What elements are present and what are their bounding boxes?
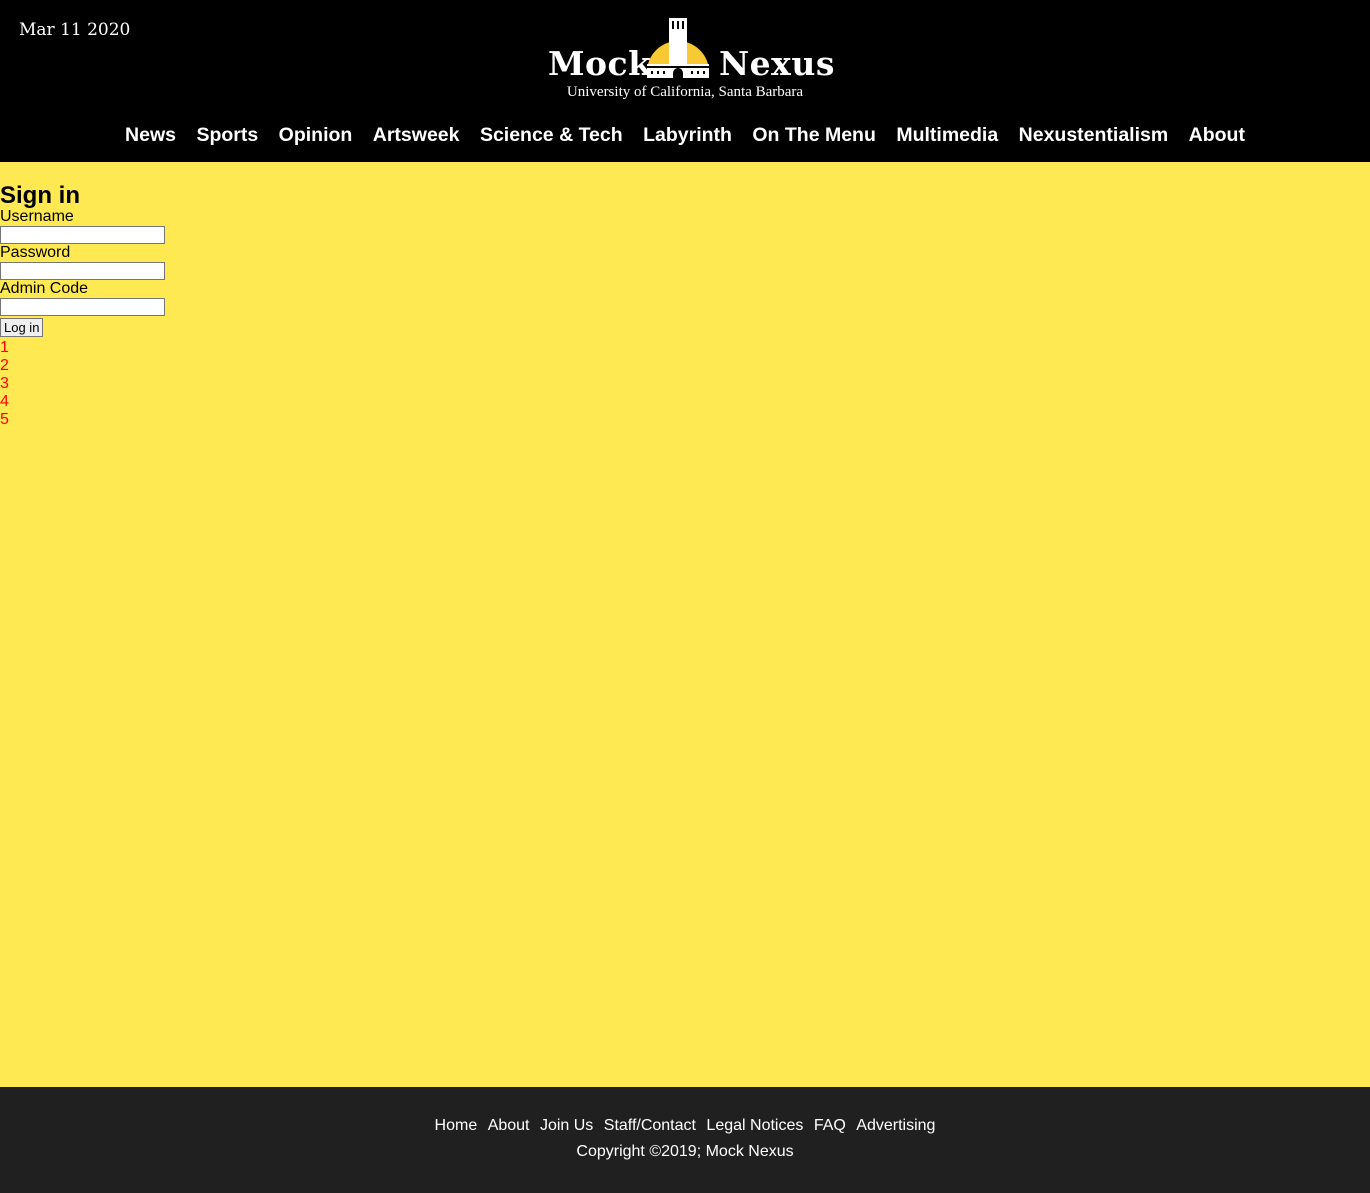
storke-tower-dome-icon: [647, 18, 709, 78]
footer-link-faq[interactable]: FAQ: [814, 1117, 846, 1134]
footer-link-about[interactable]: About: [488, 1117, 530, 1134]
page-link-4[interactable]: 4: [0, 393, 9, 411]
nav-item-sports[interactable]: Sports: [196, 124, 258, 147]
logo-word-nexus: Nexus: [719, 44, 835, 83]
footer-link-advertising[interactable]: Advertising: [856, 1117, 935, 1134]
logo-word-mock: Mock: [548, 44, 652, 83]
pagination: 1 2 3 4 5: [0, 339, 9, 429]
username-label: Username: [0, 208, 74, 225]
page-link-2[interactable]: 2: [0, 357, 9, 375]
nav-item-opinion[interactable]: Opinion: [279, 124, 353, 147]
page-link-3[interactable]: 3: [0, 375, 9, 393]
page-link-1[interactable]: 1: [0, 339, 9, 357]
nav-item-nexustentialism[interactable]: Nexustentialism: [1019, 124, 1169, 147]
signin-title: Sign in: [0, 182, 80, 209]
main-nav: News Sports Opinion Artsweek Science & T…: [0, 124, 1370, 147]
site-header: Mar 11 2020 Mock Nexus University of Cal…: [0, 0, 1370, 162]
password-label: Password: [0, 244, 71, 261]
page-link-5[interactable]: 5: [0, 411, 9, 429]
nav-item-news[interactable]: News: [125, 124, 176, 147]
nav-item-science-tech[interactable]: Science & Tech: [480, 124, 623, 147]
footer-link-home[interactable]: Home: [435, 1117, 478, 1134]
nav-item-about[interactable]: About: [1189, 124, 1245, 147]
copyright-text: Copyright ©2019; Mock Nexus: [576, 1143, 794, 1160]
current-date: Mar 11 2020: [19, 20, 131, 40]
nav-item-multimedia[interactable]: Multimedia: [896, 124, 998, 147]
username-input[interactable]: [0, 226, 165, 244]
footer-link-join-us[interactable]: Join Us: [540, 1117, 593, 1134]
main-content: Sign in Username Password Admin Code Log…: [0, 162, 1370, 1087]
site-footer: Home About Join Us Staff/Contact Legal N…: [0, 1087, 1370, 1193]
admin-code-input[interactable]: [0, 298, 165, 316]
nav-item-on-the-menu[interactable]: On The Menu: [752, 124, 876, 147]
nav-item-labyrinth[interactable]: Labyrinth: [643, 124, 732, 147]
password-input[interactable]: [0, 262, 165, 280]
site-logo[interactable]: Mock Nexus University of California, San…: [540, 14, 834, 104]
admin-code-label: Admin Code: [0, 280, 89, 297]
footer-links: Home About Join Us Staff/Contact Legal N…: [0, 1117, 1370, 1135]
footer-link-legal-notices[interactable]: Legal Notices: [706, 1117, 803, 1134]
footer-link-staff-contact[interactable]: Staff/Contact: [604, 1117, 696, 1134]
logo-subtitle: University of California, Santa Barbara: [566, 84, 804, 100]
login-button[interactable]: Log in: [0, 318, 44, 337]
nav-item-artsweek[interactable]: Artsweek: [373, 124, 460, 147]
